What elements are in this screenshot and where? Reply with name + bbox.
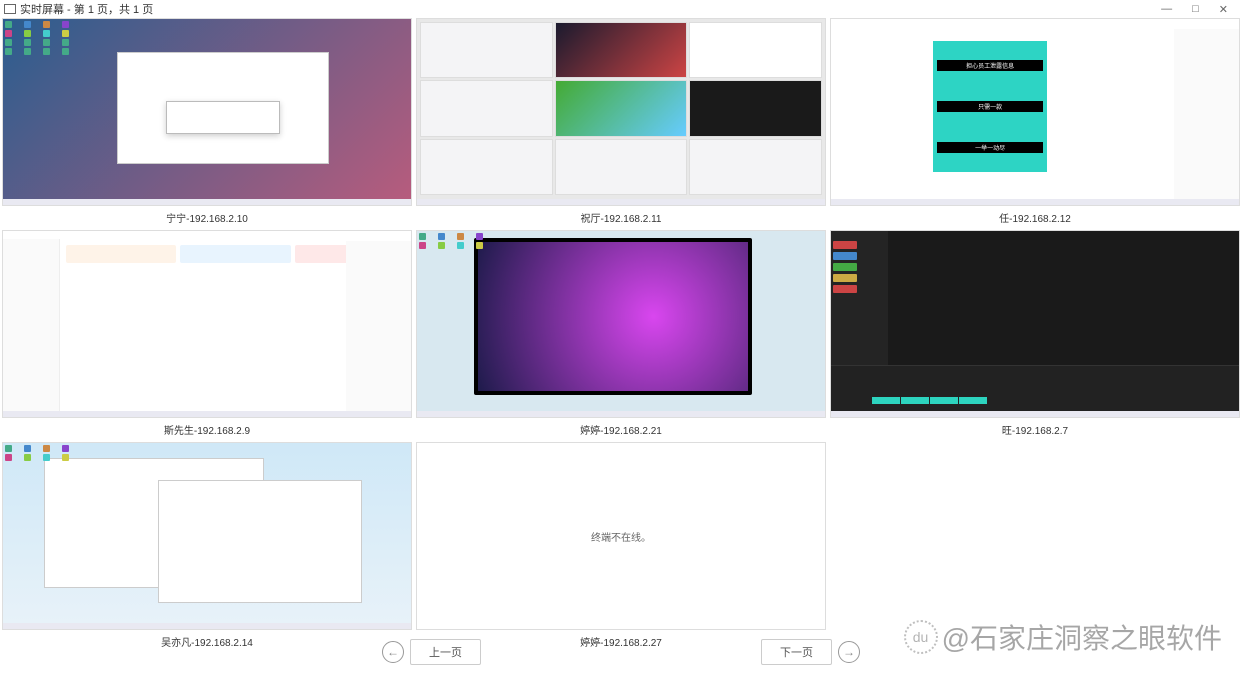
screen-cell[interactable]: 担心员工泄露信息 只需一款 一举一动尽 任-192.168.2.12: [830, 18, 1240, 228]
screen-thumbnail[interactable]: [2, 230, 412, 418]
window-controls: — □ ✕: [1147, 0, 1242, 19]
screen-cell[interactable]: 终端不在线。 婷婷-192.168.2.27: [416, 442, 826, 652]
screen-label: 婷婷-192.168.2.21: [416, 418, 826, 440]
screen-grid: 宁宁-192.168.2.10 祝厅-192.168.2.11 担心员工泄露信息…: [0, 18, 1242, 652]
screen-label: 任-192.168.2.12: [830, 206, 1240, 228]
watermark: du @石家庄洞察之眼软件: [904, 617, 1222, 657]
poster-line: 一举一动尽: [937, 142, 1043, 153]
screen-thumbnail[interactable]: [416, 18, 826, 206]
screen-cell[interactable]: 祝厅-192.168.2.11: [416, 18, 826, 228]
screen-thumbnail[interactable]: [830, 230, 1240, 418]
screen-thumbnail[interactable]: 终端不在线。: [416, 442, 826, 630]
maximize-button[interactable]: □: [1188, 3, 1203, 16]
titlebar: 实时屏幕 - 第 1 页，共 1 页: [0, 0, 1242, 18]
screen-cell[interactable]: 婷婷-192.168.2.21: [416, 230, 826, 440]
screen-label: 宁宁-192.168.2.10: [2, 206, 412, 228]
screen-thumbnail[interactable]: 担心员工泄露信息 只需一款 一举一动尽: [830, 18, 1240, 206]
screen-cell[interactable]: 旺-192.168.2.7: [830, 230, 1240, 440]
screen-thumbnail[interactable]: [416, 230, 826, 418]
watermark-text: @石家庄洞察之眼软件: [942, 617, 1222, 657]
close-button[interactable]: ✕: [1215, 3, 1232, 16]
screen-label: 旺-192.168.2.7: [830, 418, 1240, 440]
offline-message: 终端不在线。: [417, 443, 825, 629]
prev-arrow-icon[interactable]: ←: [382, 641, 404, 663]
screen-thumbnail[interactable]: [2, 442, 412, 630]
screen-cell[interactable]: 吴亦凡-192.168.2.14: [2, 442, 412, 652]
screen-label: 祝厅-192.168.2.11: [416, 206, 826, 228]
screen-thumbnail[interactable]: [2, 18, 412, 206]
poster-line: 担心员工泄露信息: [937, 60, 1043, 71]
screen-cell[interactable]: 宁宁-192.168.2.10: [2, 18, 412, 228]
window-title: 实时屏幕 - 第 1 页，共 1 页: [20, 1, 153, 17]
poster-line: 只需一款: [937, 101, 1043, 112]
prev-page-button[interactable]: 上一页: [410, 639, 481, 665]
watermark-icon: du: [904, 620, 938, 654]
app-icon: [4, 4, 16, 14]
next-page-button[interactable]: 下一页: [761, 639, 832, 665]
minimize-button[interactable]: —: [1157, 3, 1176, 16]
screen-label: 斯先生-192.168.2.9: [2, 418, 412, 440]
screen-cell[interactable]: 斯先生-192.168.2.9: [2, 230, 412, 440]
next-arrow-icon[interactable]: →: [838, 641, 860, 663]
